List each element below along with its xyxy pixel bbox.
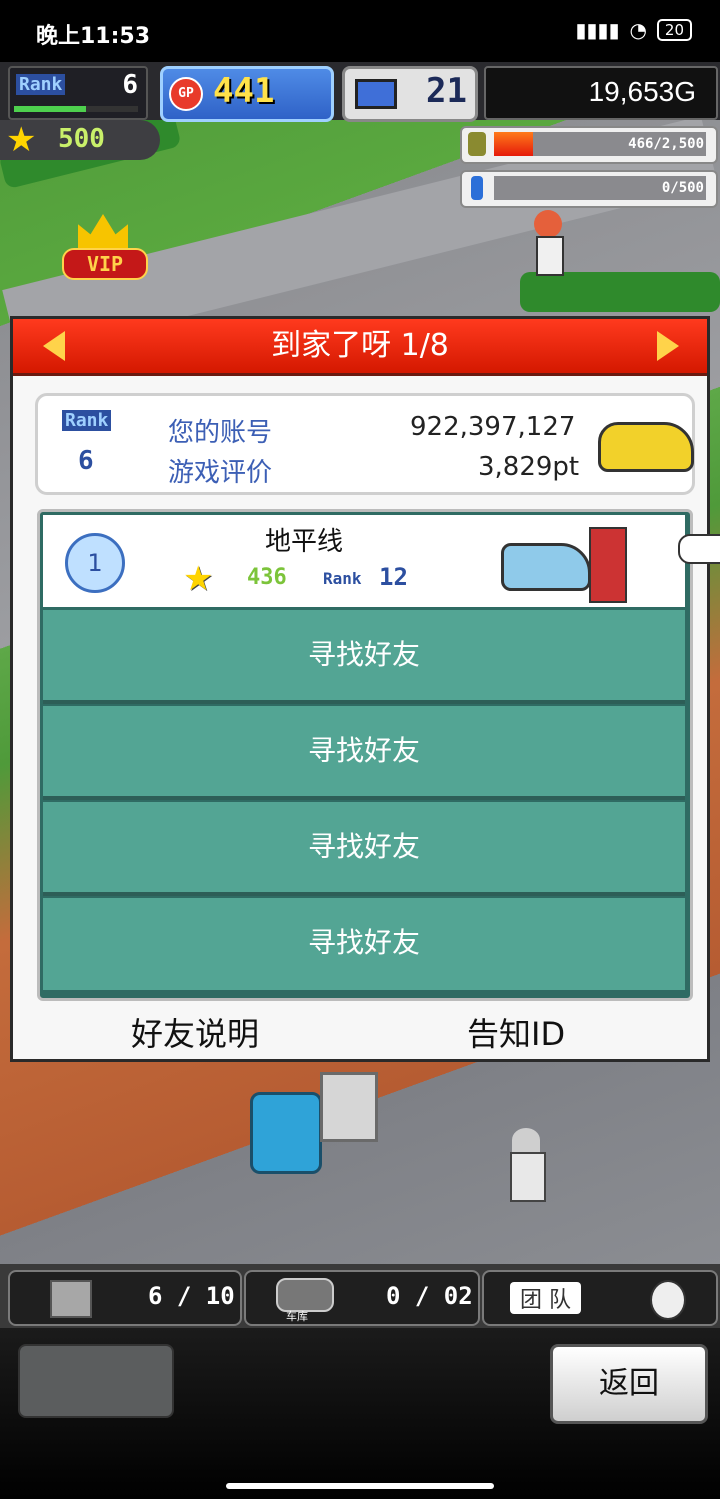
- find-friend-button[interactable]: 寻找好友: [43, 898, 685, 990]
- star-icon: ★: [183, 559, 214, 599]
- friend-stars: 436: [247, 565, 287, 590]
- cart-icon: [320, 1072, 378, 1142]
- rank-progress: [14, 106, 138, 112]
- pointer-hand-icon: [678, 534, 720, 564]
- pc-value: 21: [426, 71, 467, 111]
- gauge-text: 0/500: [661, 180, 704, 196]
- friend-number-badge: 1: [65, 533, 125, 593]
- dialog-header: 到家了呀 1/8: [13, 319, 707, 376]
- garage-car-icon: [276, 1278, 334, 1312]
- gauge-fill: [494, 132, 534, 156]
- find-friend-button[interactable]: 寻找好友: [43, 802, 685, 896]
- bottom-controls: 返回: [0, 1328, 720, 1499]
- team-label: 团 队: [510, 1282, 581, 1314]
- account-label: 您的账号: [168, 418, 273, 448]
- friend-row[interactable]: 1 地平线 ★ 436 Rank 12: [43, 515, 685, 607]
- gp-coin-icon: GP: [169, 77, 203, 111]
- profile-rank-label: Rank: [62, 410, 112, 431]
- vip-label: VIP: [62, 248, 148, 280]
- find-friend-button[interactable]: 寻找好友: [43, 610, 685, 704]
- friend-help-button[interactable]: 好友说明: [131, 1009, 259, 1055]
- battery-icon: 20: [656, 19, 692, 41]
- pc-box[interactable]: 21: [342, 66, 478, 122]
- dialog-footer: 好友说明 告知ID: [13, 999, 707, 1059]
- gauge-bottle: 0/500: [460, 170, 718, 208]
- gp-box[interactable]: GP 441: [160, 66, 334, 122]
- coins-icon: [468, 132, 486, 156]
- garage-label: 车库: [286, 1310, 308, 1323]
- rank-value: 6: [122, 70, 138, 100]
- dialog-title: 到家了呀 1/8: [271, 328, 449, 363]
- character-sprite: [528, 210, 568, 280]
- yellow-car-icon: [598, 422, 694, 472]
- star-icon: ★: [6, 120, 37, 160]
- friend-rank-value: 12: [379, 563, 408, 591]
- rating-label: 游戏评价: [168, 458, 273, 488]
- friend-name: 地平线: [265, 527, 344, 557]
- garage-count: 0 / 02: [386, 1282, 473, 1310]
- computer-icon: [355, 79, 397, 109]
- rank-label: Rank: [16, 74, 66, 95]
- bottle-icon: [471, 176, 483, 200]
- friends-list: 1 地平线 ★ 436 Rank 12 寻找好友 寻找好友 寻找好友 寻找好友: [37, 509, 693, 1001]
- gp-value: 441: [213, 71, 275, 111]
- find-friend-button[interactable]: 寻找好友: [43, 706, 685, 800]
- gold-value: 19,653G: [588, 76, 696, 107]
- stars-box: ★ 500: [0, 120, 160, 160]
- gold-box: 19,653G: [484, 66, 718, 120]
- crown-icon: [78, 214, 128, 248]
- next-page-arrow-icon[interactable]: [657, 331, 679, 361]
- friends-dialog: 到家了呀 1/8 Rank 6 您的账号 922,397,127 游戏评价 3,…: [10, 316, 710, 1062]
- stars-value: 500: [58, 124, 105, 154]
- staff-avatar-icon: [650, 1280, 686, 1320]
- empty-slot-button[interactable]: [18, 1344, 174, 1418]
- status-bar: 晚上11:53 ▮▮▮▮ ◔ 20: [0, 0, 720, 62]
- wifi-icon: ◔: [629, 18, 647, 42]
- crate-icon: [50, 1280, 92, 1318]
- bottom-status-bar: 6 / 10 车库 0 / 02 团 队: [0, 1264, 720, 1328]
- gauge-fuel: 466/2,500: [460, 126, 718, 164]
- blue-car-icon: [501, 543, 591, 591]
- rank-box[interactable]: Rank 6: [8, 66, 148, 120]
- garage-counter[interactable]: 车库 0 / 02: [244, 1270, 480, 1326]
- back-button[interactable]: 返回: [550, 1344, 708, 1424]
- driver-avatar-icon: [589, 527, 627, 603]
- trash-can-icon: [250, 1092, 322, 1174]
- status-icons: ▮▮▮▮ ◔ 20: [575, 18, 692, 42]
- account-value: 922,397,127: [410, 412, 576, 442]
- top-hud: Rank 6 GP 441 21 19,653G: [0, 62, 720, 122]
- team-button[interactable]: 团 队: [482, 1270, 718, 1326]
- signal-icon: ▮▮▮▮: [575, 18, 620, 42]
- status-time: 晚上11:53: [36, 24, 151, 49]
- home-indicator[interactable]: [226, 1483, 494, 1489]
- rating-value: 3,829pt: [478, 452, 580, 482]
- notify-id-button[interactable]: 告知ID: [467, 1009, 565, 1055]
- profile-rank-value: 6: [78, 446, 94, 476]
- prev-page-arrow-icon[interactable]: [43, 331, 65, 361]
- crate-count: 6 / 10: [148, 1282, 235, 1310]
- friend-rank-label: Rank: [323, 569, 362, 588]
- crate-counter[interactable]: 6 / 10: [8, 1270, 242, 1326]
- gauge-text: 466/2,500: [628, 136, 704, 152]
- vip-badge[interactable]: VIP: [62, 214, 148, 280]
- my-profile-card: Rank 6 您的账号 922,397,127 游戏评价 3,829pt: [35, 393, 695, 495]
- mechanic-sprite: [506, 1128, 546, 1204]
